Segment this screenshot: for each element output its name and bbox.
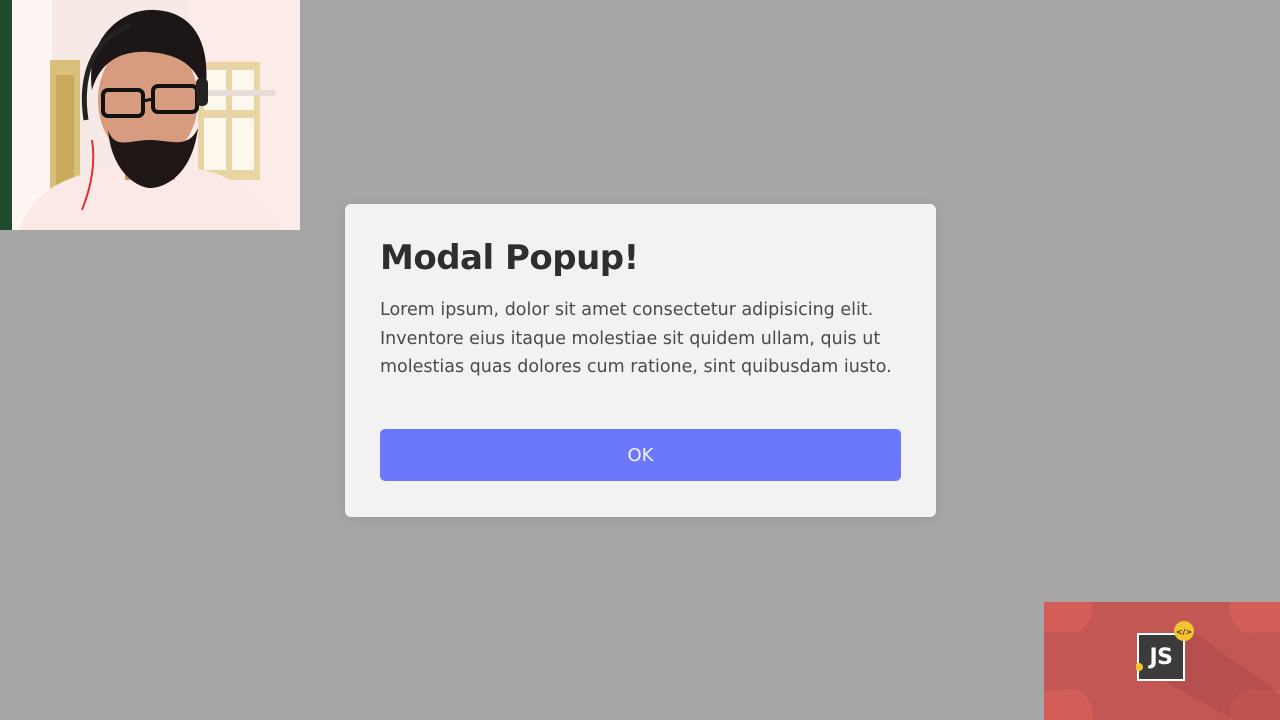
webcam-video-frame bbox=[0, 0, 300, 230]
modal-dialog: Modal Popup! Lorem ipsum, dolor sit amet… bbox=[345, 204, 936, 517]
code-icon-label: </> bbox=[1176, 628, 1192, 637]
modal-body-text: Lorem ipsum, dolor sit amet consectetur … bbox=[380, 300, 892, 377]
ok-button[interactable]: OK bbox=[380, 429, 901, 481]
webcam-overlay bbox=[0, 0, 300, 230]
modal-title: Modal Popup! bbox=[380, 238, 639, 278]
js-logo-icon: </> bbox=[1136, 621, 1194, 681]
